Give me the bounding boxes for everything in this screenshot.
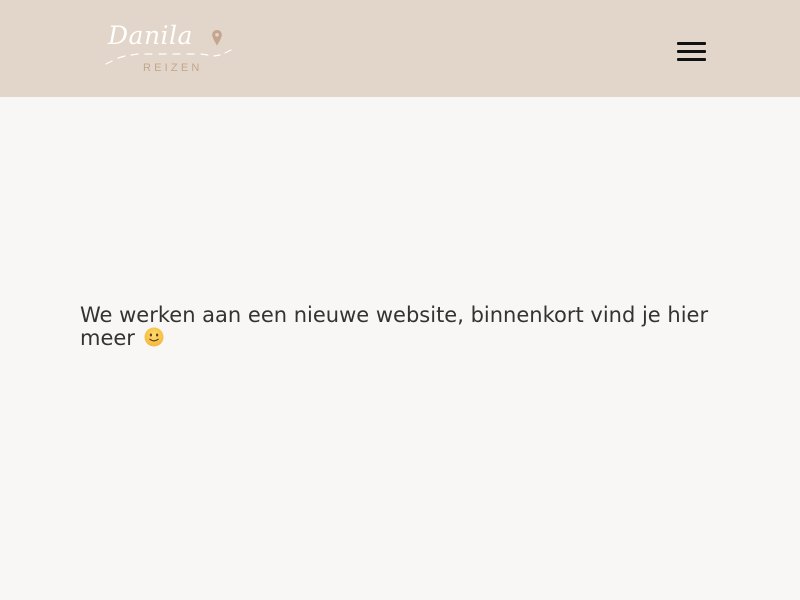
hamburger-menu-icon[interactable] (674, 38, 710, 68)
site-logo[interactable]: Danila REIZEN (104, 20, 234, 80)
logo-sub-text: REIZEN (143, 62, 203, 74)
menu-bar (677, 50, 706, 53)
map-pin-icon (212, 30, 222, 46)
site-header: Danila REIZEN (0, 0, 800, 97)
message-text: We werken aan een nieuwe website, binnen… (80, 303, 709, 350)
menu-bar (677, 42, 706, 45)
menu-bar (677, 58, 706, 61)
coming-soon-message: We werken aan een nieuwe website, binnen… (80, 304, 720, 350)
slightly-smiling-face-icon (144, 327, 164, 347)
